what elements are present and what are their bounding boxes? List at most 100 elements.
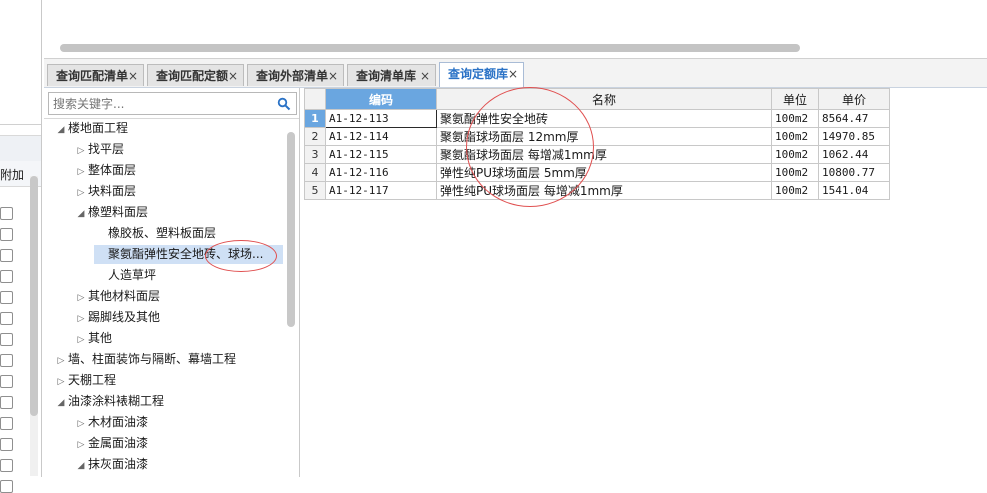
cell-code[interactable]: A1-12-113 — [325, 109, 437, 128]
close-icon[interactable]: × — [508, 63, 518, 85]
cell-price[interactable]: 1062.44 — [818, 145, 890, 164]
tab-label: 查询匹配清单 — [56, 69, 129, 83]
cell-code[interactable]: A1-12-116 — [325, 163, 437, 182]
tree-node[interactable]: ▷ 木材面油漆 — [74, 413, 148, 432]
tree-node[interactable]: ▷ 踢脚线及其他 — [74, 308, 160, 327]
cell-price[interactable]: 14970.85 — [818, 127, 890, 146]
tree-node[interactable]: ▷ 墙、柱面装饰与隔断、幕墙工程 — [54, 350, 236, 369]
left-panel-scrollbar[interactable] — [30, 176, 38, 476]
expanded-arrow-icon[interactable]: ◢ — [54, 121, 68, 140]
close-icon[interactable]: × — [128, 65, 138, 87]
row-number[interactable]: 3 — [304, 145, 326, 164]
row-checkbox[interactable] — [0, 249, 13, 262]
tree-node[interactable]: ◢ 抹灰面油漆 — [74, 455, 148, 474]
tree-node[interactable]: ▷ 天棚工程 — [54, 371, 116, 390]
table-row[interactable]: 3 A1-12-115 聚氨酯球场面层 每增减1mm厚 100m2 1062.44 — [304, 145, 890, 164]
table-row[interactable]: 5 A1-12-117 弹性纯PU球场面层 每增减1mm厚 100m2 1541.04 — [304, 181, 890, 200]
tree-node[interactable]: ▷ 金属面油漆 — [74, 434, 148, 453]
row-number[interactable]: 4 — [304, 163, 326, 182]
row-checkbox[interactable] — [0, 417, 13, 430]
horizontal-scrollbar[interactable] — [60, 44, 800, 52]
collapsed-arrow-icon[interactable]: ▷ — [74, 331, 88, 350]
cell-code[interactable]: A1-12-115 — [325, 145, 437, 164]
row-number[interactable]: 1 — [304, 109, 326, 128]
close-icon[interactable]: × — [228, 65, 238, 87]
cell-unit[interactable]: 100m2 — [771, 109, 819, 128]
collapsed-arrow-icon[interactable]: ▷ — [74, 310, 88, 329]
tree-node-label: 块料面层 — [88, 184, 137, 198]
column-header-price[interactable]: 单价 — [818, 88, 890, 110]
tree-node-label: 橡胶板、塑料板面层 — [108, 226, 217, 240]
collapsed-arrow-icon[interactable]: ▷ — [74, 415, 88, 434]
cell-unit[interactable]: 100m2 — [771, 163, 819, 182]
column-header-label: 附加 — [0, 168, 25, 182]
scrollbar-thumb[interactable] — [287, 132, 295, 327]
collapsed-arrow-icon[interactable]: ▷ — [74, 289, 88, 308]
search-input[interactable] — [49, 93, 253, 114]
tree-node[interactable]: ▷ 其他材料面层 — [74, 287, 160, 306]
row-number[interactable]: 2 — [304, 127, 326, 146]
collapsed-arrow-icon[interactable]: ▷ — [74, 184, 88, 203]
tab-query-bill-library[interactable]: 查询清单库 × — [347, 64, 436, 86]
row-checkbox[interactable] — [0, 312, 13, 325]
tree-node-label: 油漆涂料裱糊工程 — [68, 394, 165, 408]
expanded-arrow-icon[interactable]: ◢ — [74, 457, 88, 476]
cell-code[interactable]: A1-12-114 — [325, 127, 437, 146]
close-icon[interactable]: × — [328, 65, 338, 87]
cell-price[interactable]: 8564.47 — [818, 109, 890, 128]
collapsed-arrow-icon[interactable]: ▷ — [54, 373, 68, 392]
collapsed-arrow-icon[interactable]: ▷ — [54, 352, 68, 371]
tree-node[interactable]: ▷ 整体面层 — [74, 161, 136, 180]
tab-query-matched-bill[interactable]: 查询匹配清单 × — [47, 64, 144, 86]
tree-node[interactable]: ◢ 油漆涂料裱糊工程 — [54, 392, 164, 411]
collapsed-arrow-icon[interactable]: ▷ — [74, 142, 88, 161]
row-checkbox[interactable] — [0, 396, 13, 409]
cell-code[interactable]: A1-12-117 — [325, 181, 437, 200]
tab-query-external-bill[interactable]: 查询外部清单 × — [247, 64, 344, 86]
row-checkbox[interactable] — [0, 480, 13, 493]
tab-query-matched-quota[interactable]: 查询匹配定额 × — [147, 64, 244, 86]
cell-unit[interactable]: 100m2 — [771, 181, 819, 200]
cell-unit[interactable]: 100m2 — [771, 127, 819, 146]
tree-node[interactable]: ▷ 找平层 — [74, 140, 124, 159]
expanded-arrow-icon[interactable]: ◢ — [54, 394, 68, 413]
cell-price[interactable]: 10800.77 — [818, 163, 890, 182]
tab-label: 查询定额库 — [448, 67, 509, 81]
table-row[interactable]: 4 A1-12-116 弹性纯PU球场面层 5mm厚 100m2 10800.77 — [304, 163, 890, 182]
tree-node[interactable]: ▷ 其他 — [74, 329, 112, 348]
row-checkbox[interactable] — [0, 354, 13, 367]
row-checkbox[interactable] — [0, 228, 13, 241]
row-number[interactable]: 5 — [304, 181, 326, 200]
tree-node-label: 人造草坪 — [108, 268, 157, 282]
tree-node[interactable]: 人造草坪 — [94, 266, 156, 285]
tree-node[interactable]: ◢ 橡塑料面层 — [74, 203, 148, 222]
expanded-arrow-icon[interactable]: ◢ — [74, 205, 88, 224]
tree-node[interactable]: ▷ 块料面层 — [74, 182, 136, 201]
row-checkbox[interactable] — [0, 375, 13, 388]
row-checkbox[interactable] — [0, 207, 13, 220]
tree-node-label: 找平层 — [88, 142, 125, 156]
row-checkbox[interactable] — [0, 291, 13, 304]
annotation-circle — [205, 240, 277, 272]
search-icon[interactable] — [277, 97, 291, 111]
category-tree-panel: ◢楼地面工程▷找平层▷整体面层▷块料面层◢橡塑料面层橡胶板、塑料板面层聚氨酯弹性… — [44, 88, 300, 477]
tree-scrollbar[interactable] — [287, 132, 295, 477]
row-checkbox[interactable] — [0, 333, 13, 346]
tree-node[interactable]: 橡胶板、塑料板面层 — [94, 224, 216, 243]
cell-price[interactable]: 1541.04 — [818, 181, 890, 200]
close-icon[interactable]: × — [420, 65, 430, 87]
tab-query-quota-library[interactable]: 查询定额库 × — [439, 62, 524, 87]
row-checkbox[interactable] — [0, 270, 13, 283]
cell-unit[interactable]: 100m2 — [771, 145, 819, 164]
column-header-code[interactable]: 编码 — [325, 88, 437, 110]
table-row[interactable]: 2 A1-12-114 聚氨酯球场面层 12mm厚 100m2 14970.85 — [304, 127, 890, 146]
tree-node-label: 整体面层 — [88, 163, 137, 177]
row-checkbox[interactable] — [0, 438, 13, 451]
tree-node[interactable]: ◢ 楼地面工程 — [54, 119, 128, 138]
row-checkbox[interactable] — [0, 459, 13, 472]
table-row[interactable]: 1 A1-12-113 聚氨酯弹性安全地砖 100m2 8564.47 — [304, 109, 890, 128]
collapsed-arrow-icon[interactable]: ▷ — [74, 163, 88, 182]
scrollbar-thumb[interactable] — [30, 176, 38, 416]
collapsed-arrow-icon[interactable]: ▷ — [74, 436, 88, 455]
column-header-unit[interactable]: 单位 — [771, 88, 819, 110]
